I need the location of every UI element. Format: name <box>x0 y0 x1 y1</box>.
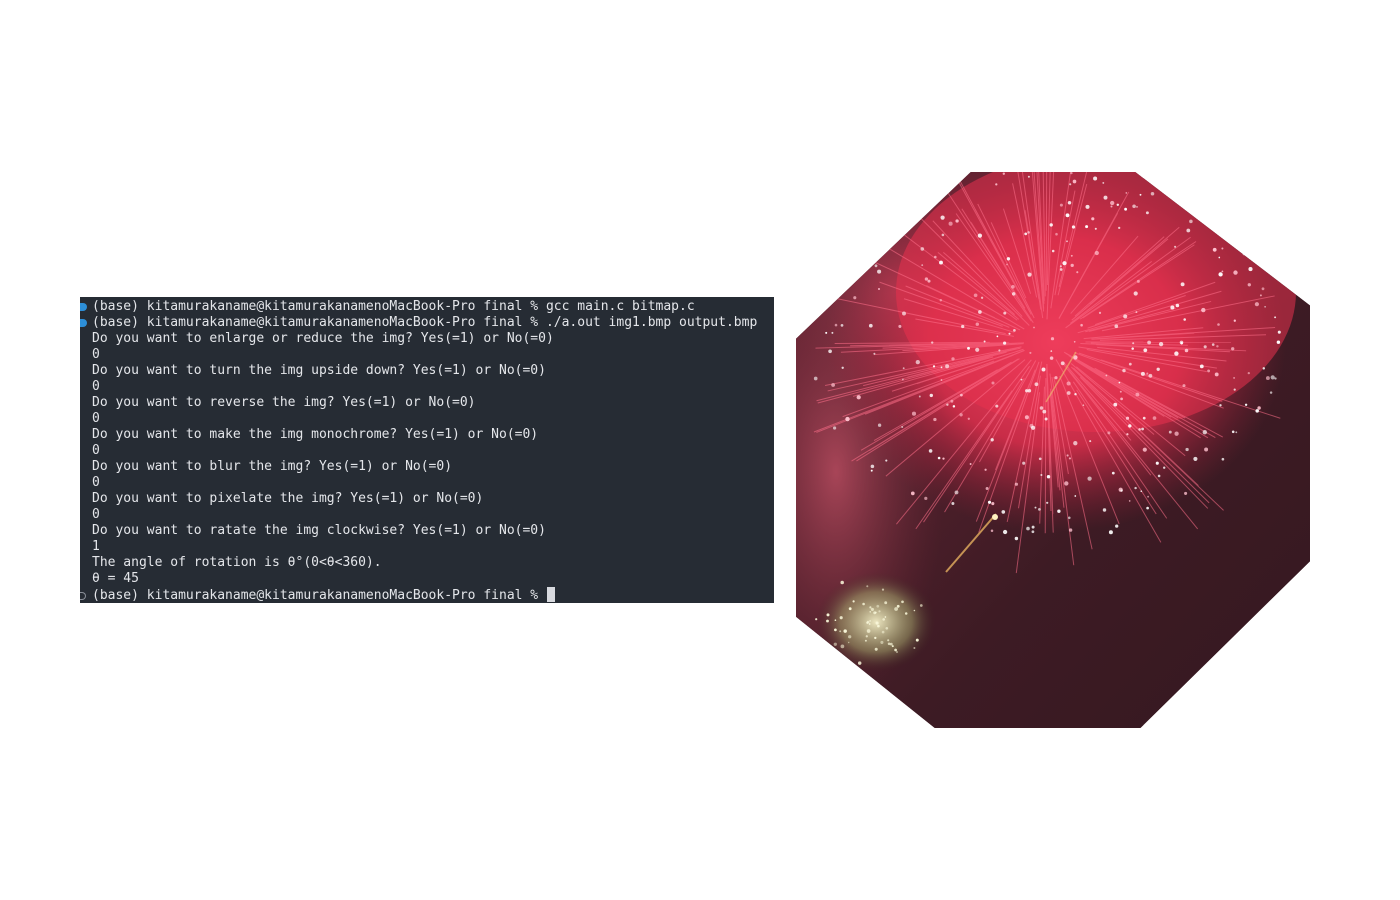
terminal-line-text: Do you want to pixelate the img? Yes(=1)… <box>92 491 484 506</box>
terminal-line: Do you want to ratate the img clockwise?… <box>80 523 774 539</box>
terminal-line: 0 <box>80 347 774 363</box>
terminal-line-text: 0 <box>92 507 100 522</box>
terminal-line: Do you want to reverse the img? Yes(=1) … <box>80 395 774 411</box>
terminal-line: 1 <box>80 539 774 555</box>
terminal-line: 0 <box>80 507 774 523</box>
terminal-line: 0 <box>80 379 774 395</box>
terminal-line: 0 <box>80 411 774 427</box>
terminal-line-text: Do you want to turn the img upside down?… <box>92 363 546 378</box>
terminal-line: Do you want to make the img monochrome? … <box>80 427 774 443</box>
command-status-marker-icon[interactable] <box>80 319 87 327</box>
terminal-line: Do you want to pixelate the img? Yes(=1)… <box>80 491 774 507</box>
terminal-line-text: Do you want to reverse the img? Yes(=1) … <box>92 395 476 410</box>
terminal-line: θ = 45 <box>80 571 774 587</box>
terminal-line: 0 <box>80 475 774 491</box>
terminal-line-text: Do you want to blur the img? Yes(=1) or … <box>92 459 453 474</box>
terminal-line-text: 1 <box>92 539 100 554</box>
command-status-marker-icon[interactable] <box>80 303 87 311</box>
terminal-window[interactable]: (base) kitamurakaname@kitamurakanamenoMa… <box>80 297 774 603</box>
terminal-line-text: 0 <box>92 475 100 490</box>
rotated-output-image <box>796 172 1310 728</box>
terminal-line-text: (base) kitamurakaname@kitamurakanamenoMa… <box>92 299 695 314</box>
terminal-line-text: 0 <box>92 347 100 362</box>
terminal-line: (base) kitamurakaname@kitamurakanamenoMa… <box>80 299 774 315</box>
command-status-marker-icon[interactable] <box>80 592 86 600</box>
terminal-line-text: Do you want to make the img monochrome? … <box>92 427 539 442</box>
terminal-line-text: (base) kitamurakaname@kitamurakanamenoMa… <box>92 315 758 330</box>
terminal-line-text: The angle of rotation is θ°(0<θ<360). <box>92 555 382 570</box>
terminal-line-text: 0 <box>92 379 100 394</box>
terminal-line-text: 0 <box>92 443 100 458</box>
terminal-line-text: Do you want to enlarge or reduce the img… <box>92 331 554 346</box>
terminal-line: (base) kitamurakaname@kitamurakanamenoMa… <box>80 587 774 603</box>
terminal-line-text: θ = 45 <box>92 571 139 586</box>
terminal-line: 0 <box>80 443 774 459</box>
fireworks-photo <box>796 172 1310 728</box>
terminal-line-text: 0 <box>92 411 100 426</box>
terminal-line-text: Do you want to ratate the img clockwise?… <box>92 523 546 538</box>
terminal-line: Do you want to enlarge or reduce the img… <box>80 331 774 347</box>
screenshot-canvas: (base) kitamurakaname@kitamurakanamenoMa… <box>0 0 1400 900</box>
terminal-line: Do you want to blur the img? Yes(=1) or … <box>80 459 774 475</box>
terminal-line: Do you want to turn the img upside down?… <box>80 363 774 379</box>
terminal-line: The angle of rotation is θ°(0<θ<360). <box>80 555 774 571</box>
terminal-line: (base) kitamurakaname@kitamurakanamenoMa… <box>80 315 774 331</box>
terminal-line-text: (base) kitamurakaname@kitamurakanamenoMa… <box>92 588 546 603</box>
terminal-cursor[interactable] <box>546 587 555 602</box>
